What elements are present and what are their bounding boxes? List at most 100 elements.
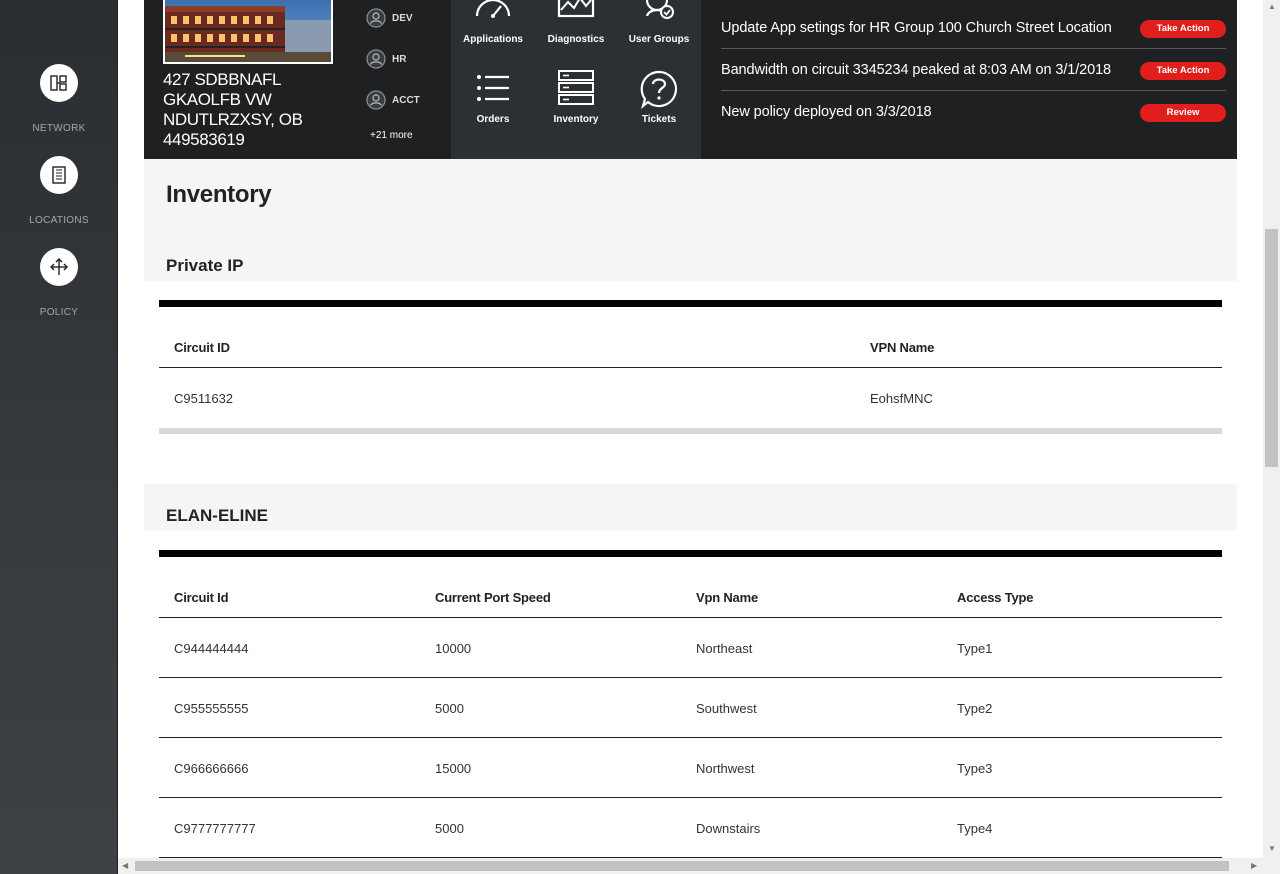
server-stack-icon — [558, 70, 594, 105]
horizontal-scrollbar[interactable]: ◀ ▶ — [118, 858, 1263, 874]
alert-item: Bandwidth on circuit 3345234 peaked at 8… — [721, 49, 1226, 91]
title-band — [144, 159, 1237, 281]
cell-port-speed: 10000 — [435, 641, 472, 656]
inventory-page: Inventory Private IP Circuit ID VPN Name… — [144, 159, 1237, 858]
pulse-chart-icon — [557, 0, 595, 18]
quicklink-orders[interactable]: Orders — [451, 70, 535, 126]
table-row[interactable]: C966666666 15000 Northwest Type3 — [159, 738, 1222, 798]
user-circle-icon — [366, 49, 386, 69]
vertical-scroll-thumb[interactable] — [1265, 229, 1278, 467]
take-action-button[interactable]: Take Action — [1140, 20, 1226, 38]
sidebar-item-label: NETWORK — [32, 123, 86, 134]
alert-item: New policy deployed on 3/3/2018 Review — [721, 91, 1226, 133]
cell-vpn-name: Northwest — [696, 761, 755, 776]
cell-vpn-name: Downstairs — [696, 821, 761, 836]
location-photo — [163, 0, 333, 64]
question-bubble-icon — [640, 70, 678, 110]
quicklink-label: Orders — [476, 114, 510, 125]
private-ip-table: Circuit ID VPN Name C9511632 EohsfMNC — [159, 300, 1222, 434]
horizontal-scroll-thumb[interactable] — [135, 861, 1229, 871]
page-title: Inventory — [166, 181, 272, 208]
cell-port-speed: 5000 — [435, 821, 464, 836]
section-band-elan — [144, 484, 1237, 530]
user-group-check-icon — [645, 0, 674, 19]
alert-text: Bandwidth on circuit 3345234 peaked at 8… — [721, 62, 1112, 78]
alerts-list: Update App setings for HR Group 100 Chur… — [721, 7, 1226, 133]
table-row[interactable]: C9511632 EohsfMNC — [159, 368, 1222, 428]
scroll-up-arrow-icon[interactable]: ▲ — [1268, 2, 1276, 11]
quicklink-inventory[interactable]: Inventory — [534, 70, 618, 126]
table-bottom-rule — [159, 428, 1222, 434]
sidebar-item-locations[interactable]: LOCATIONS — [0, 156, 118, 226]
group-label: HR — [392, 53, 407, 65]
quicklink-label: Inventory — [553, 114, 599, 125]
scroll-left-arrow-icon[interactable]: ◀ — [122, 861, 128, 870]
group-hr[interactable]: HR — [366, 49, 406, 69]
cell-port-speed: 15000 — [435, 761, 472, 776]
section-title-elan-eline: ELAN-ELINE — [166, 506, 268, 525]
quicklink-user-groups[interactable]: User Groups — [617, 0, 701, 46]
group-label: DEV — [392, 12, 413, 24]
location-header: 427 SDBBNAFL GKAOLFB VW NDUTLRZXSY, OB 4… — [144, 0, 1237, 159]
user-circle-icon — [366, 90, 386, 110]
quicklink-label: User Groups — [628, 34, 690, 45]
column-header[interactable]: Vpn Name — [696, 590, 758, 605]
cell-access-type: Type2 — [957, 701, 993, 716]
sidebar-item-label: POLICY — [39, 307, 79, 318]
sidebar-item-label: LOCATIONS — [29, 215, 89, 226]
building-icon — [40, 156, 78, 194]
quicklink-label: Diagnostics — [547, 34, 605, 45]
quicklink-tickets[interactable]: Tickets — [617, 70, 701, 126]
column-header[interactable]: Access Type — [957, 590, 1034, 605]
cell-access-type: Type1 — [957, 641, 993, 656]
cell-vpn-name: Southwest — [696, 701, 757, 716]
take-action-button[interactable]: Take Action — [1140, 62, 1226, 80]
table-row[interactable]: C944444444 10000 Northeast Type1 — [159, 618, 1222, 678]
cell-circuit-id: C9511632 — [174, 391, 234, 406]
vertical-scrollbar[interactable]: ▲ ▼ — [1263, 0, 1280, 858]
scroll-down-arrow-icon[interactable]: ▼ — [1268, 844, 1276, 853]
sidebar-item-policy[interactable]: POLICY — [0, 248, 118, 318]
cell-port-speed: 5000 — [435, 701, 464, 716]
scrollbar-corner — [1263, 858, 1280, 874]
network-icon — [40, 64, 78, 102]
table-top-rule — [159, 300, 1222, 307]
alert-text: Update App setings for HR Group 100 Chur… — [721, 20, 1112, 36]
more-groups-link[interactable]: +21 more — [370, 130, 413, 141]
cell-circuit-id: C944444444 — [174, 641, 249, 656]
location-address: 427 SDBBNAFL GKAOLFB VW NDUTLRZXSY, OB 4… — [163, 70, 303, 149]
column-header[interactable]: Circuit ID — [174, 340, 230, 355]
quicklink-diagnostics[interactable]: Diagnostics — [534, 0, 618, 46]
table-row[interactable]: C9777777777 5000 Downstairs Type4 — [159, 798, 1222, 858]
quicklink-applications[interactable]: Applications — [451, 0, 535, 46]
scroll-right-arrow-icon[interactable]: ▶ — [1251, 861, 1257, 870]
quicklink-label: Applications — [462, 34, 523, 45]
quicklink-label: Tickets — [641, 114, 677, 125]
app-window: { "sidebar": { "items": [ {"label": "NET… — [0, 0, 1280, 874]
group-acct[interactable]: ACCT — [366, 90, 420, 110]
left-sidebar: NETWORK LOCATIONS POLICY — [0, 0, 118, 874]
table-row[interactable]: C955555555 5000 Southwest Type2 — [159, 678, 1222, 738]
table-header-row: Circuit ID VPN Name — [159, 307, 1222, 368]
sidebar-item-network[interactable]: NETWORK — [0, 64, 118, 134]
column-header[interactable]: Current Port Speed — [435, 590, 551, 605]
move-arrows-icon — [40, 248, 78, 286]
cell-circuit-id: C966666666 — [174, 761, 249, 776]
cell-access-type: Type4 — [957, 821, 993, 836]
alert-item: Update App setings for HR Group 100 Chur… — [721, 7, 1226, 49]
group-label: ACCT — [392, 94, 420, 106]
list-icon — [477, 75, 509, 101]
table-top-rule — [159, 550, 1222, 557]
column-header[interactable]: Circuit Id — [174, 590, 229, 605]
cell-circuit-id: C9777777777 — [174, 821, 256, 836]
user-circle-icon — [366, 8, 386, 28]
column-header[interactable]: VPN Name — [870, 340, 934, 355]
table-header-row: Circuit Id Current Port Speed Vpn Name A… — [159, 557, 1222, 618]
gauge-icon — [475, 0, 511, 18]
elan-eline-table: Circuit Id Current Port Speed Vpn Name A… — [159, 550, 1222, 858]
group-dev[interactable]: DEV — [366, 8, 413, 28]
quick-links-panel: Applications Diagnostics User Groups Ord… — [451, 0, 701, 159]
cell-circuit-id: C955555555 — [174, 701, 249, 716]
review-button[interactable]: Review — [1140, 104, 1226, 122]
cell-access-type: Type3 — [957, 761, 993, 776]
